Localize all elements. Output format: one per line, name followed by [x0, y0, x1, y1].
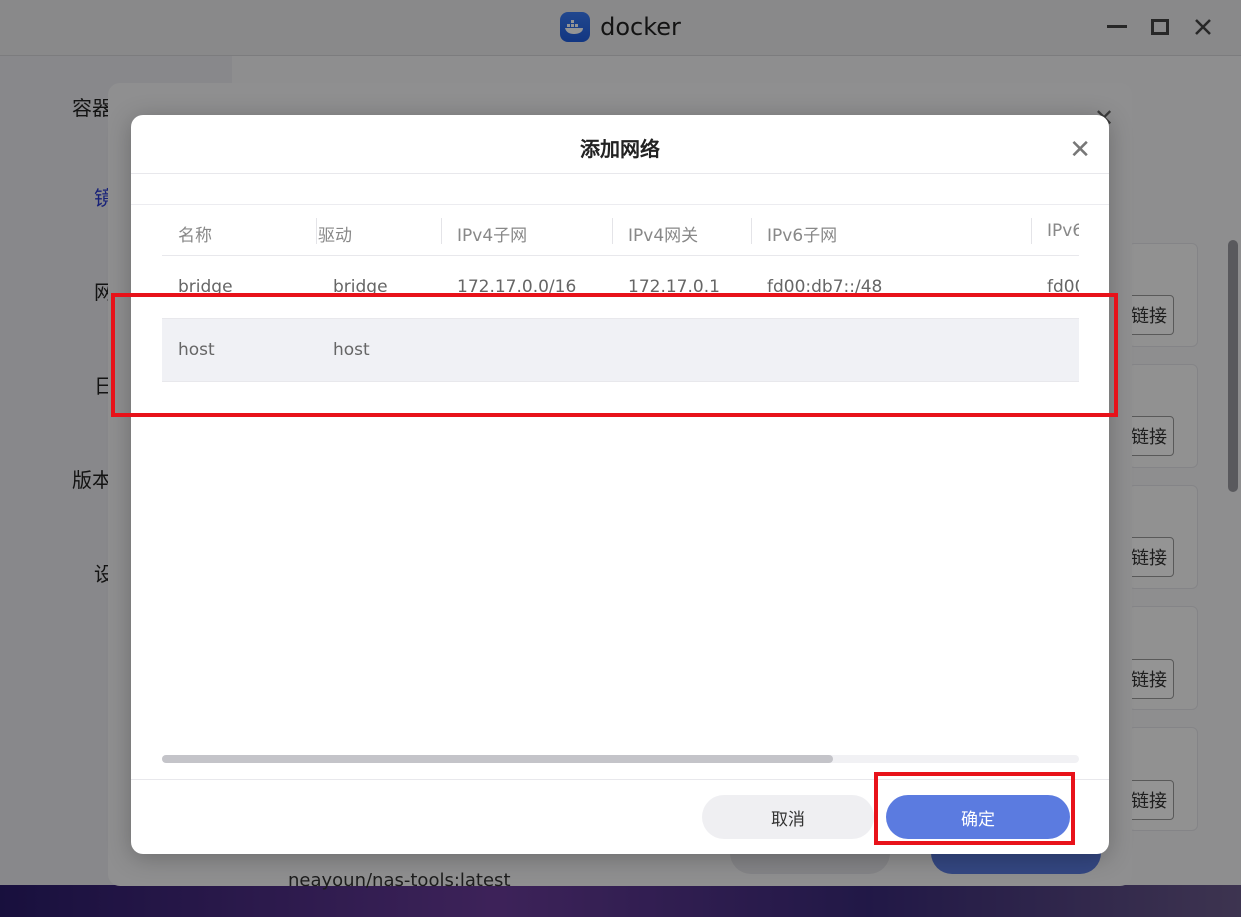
add-network-dialog: 添加网络 ✕ 名称 驱动 IPv4子网 IPv4网关 IPv6子网 IPv6 b… — [131, 115, 1109, 854]
column-header-ipv6-gateway: IPv6 — [1047, 221, 1079, 241]
column-header-driver: 驱动 — [318, 226, 352, 246]
column-divider[interactable] — [1031, 218, 1032, 244]
highlight-box-host-row — [111, 293, 1118, 417]
column-divider[interactable] — [612, 218, 613, 244]
divider — [131, 173, 1109, 174]
network-table: 名称 驱动 IPv4子网 IPv4网关 IPv6子网 IPv6 bridge b… — [162, 206, 1079, 762]
column-header-ipv4-subnet: IPv4子网 — [457, 226, 528, 246]
column-header-ipv4-gateway: IPv4网关 — [628, 226, 699, 246]
horizontal-scrollbar-thumb[interactable] — [162, 755, 833, 763]
close-icon[interactable]: ✕ — [1069, 135, 1091, 165]
column-divider[interactable] — [441, 218, 442, 244]
dialog-title: 添加网络 — [580, 137, 660, 161]
cancel-button[interactable]: 取消 — [702, 795, 874, 839]
column-header-ipv6-subnet: IPv6子网 — [767, 226, 838, 246]
column-divider[interactable] — [316, 218, 317, 244]
divider — [131, 204, 1109, 205]
table-header: 名称 驱动 IPv4子网 IPv4网关 IPv6子网 IPv6 — [162, 206, 1079, 256]
highlight-box-confirm — [874, 772, 1075, 845]
column-header-name: 名称 — [178, 226, 212, 246]
column-divider[interactable] — [751, 218, 752, 244]
